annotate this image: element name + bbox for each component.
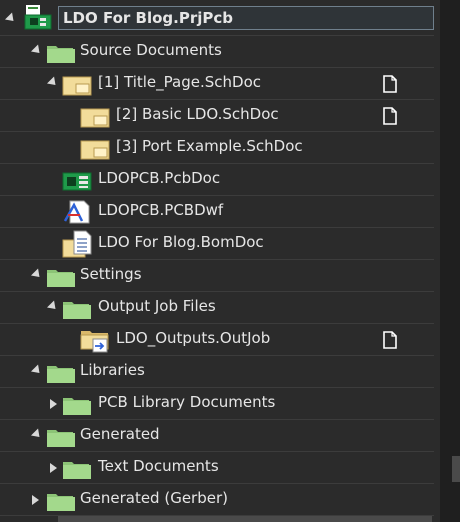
tree-row-project[interactable]: LDO For Blog.PrjPcb bbox=[0, 4, 434, 36]
tree-row-generated-gerber[interactable]: Generated (Gerber) bbox=[0, 484, 434, 516]
folder-icon bbox=[63, 462, 91, 479]
tree-item-label[interactable]: Output Job Files bbox=[98, 297, 216, 315]
tree-item-label[interactable]: LDO For Blog.BomDoc bbox=[98, 233, 264, 251]
folder-icon bbox=[47, 366, 75, 383]
tree-row-bomdoc[interactable]: LDO For Blog.BomDoc bbox=[0, 228, 434, 260]
horizontal-scrollbar[interactable] bbox=[58, 516, 432, 522]
collapse-arrow-icon[interactable] bbox=[30, 364, 44, 377]
collapse-arrow-icon[interactable] bbox=[30, 44, 44, 57]
schematic-document-icon bbox=[80, 108, 110, 128]
pcb-project-icon bbox=[24, 5, 52, 30]
tree-row-output-job-files[interactable]: Output Job Files bbox=[0, 292, 434, 324]
tree-row-title-page[interactable]: [1] Title_Page.SchDoc bbox=[0, 68, 434, 100]
folder-icon bbox=[47, 46, 75, 63]
document-page-icon bbox=[383, 107, 397, 125]
output-job-icon bbox=[80, 331, 109, 353]
tree-item-label[interactable]: [2] Basic LDO.SchDoc bbox=[116, 105, 279, 123]
collapse-arrow-icon[interactable] bbox=[4, 12, 18, 25]
tree-item-label[interactable]: Text Documents bbox=[98, 457, 219, 475]
schematic-document-icon bbox=[62, 76, 92, 96]
tree-item-label[interactable]: Generated (Gerber) bbox=[80, 489, 228, 507]
draftsman-document-icon bbox=[63, 200, 90, 224]
tree-row-outjob[interactable]: LDO_Outputs.OutJob bbox=[0, 324, 434, 356]
folder-icon bbox=[63, 302, 91, 319]
tree-item-label[interactable]: PCB Library Documents bbox=[98, 393, 275, 411]
tree-row-port-example[interactable]: [3] Port Example.SchDoc bbox=[0, 132, 434, 164]
collapse-arrow-icon[interactable] bbox=[46, 300, 60, 313]
tree-row-ldopcb-pcbdwf[interactable]: LDOPCB.PCBDwf bbox=[0, 196, 434, 228]
expand-arrow-icon[interactable] bbox=[50, 399, 57, 409]
collapse-arrow-icon[interactable] bbox=[46, 76, 60, 89]
folder-icon bbox=[47, 430, 75, 447]
collapse-arrow-icon[interactable] bbox=[30, 268, 44, 281]
scrollbar-thumb[interactable] bbox=[452, 456, 460, 482]
pcb-document-icon bbox=[62, 172, 92, 191]
tree-row-ldopcb-pcbdoc[interactable]: LDOPCB.PcbDoc bbox=[0, 164, 434, 196]
schematic-document-icon bbox=[80, 140, 110, 160]
document-page-icon bbox=[383, 75, 397, 93]
tree-item-label[interactable]: Settings bbox=[80, 265, 142, 283]
folder-icon bbox=[63, 398, 91, 415]
tree-item-label[interactable]: LDO_Outputs.OutJob bbox=[116, 329, 270, 347]
tree-row-basic-ldo[interactable]: [2] Basic LDO.SchDoc bbox=[0, 100, 434, 132]
tree-row-settings[interactable]: Settings bbox=[0, 260, 434, 292]
tree-item-label[interactable]: LDOPCB.PCBDwf bbox=[98, 201, 223, 219]
folder-icon bbox=[47, 270, 75, 287]
tree-row-source-documents[interactable]: Source Documents bbox=[0, 36, 434, 68]
tree-item-label[interactable]: [1] Title_Page.SchDoc bbox=[98, 73, 261, 91]
tree-item-label[interactable]: Source Documents bbox=[80, 41, 222, 59]
document-page-icon bbox=[383, 331, 397, 349]
expand-arrow-icon[interactable] bbox=[32, 495, 39, 505]
vertical-scrollbar-track[interactable] bbox=[440, 0, 460, 522]
tree-item-label[interactable]: Generated bbox=[80, 425, 160, 443]
bom-document-icon bbox=[62, 230, 92, 258]
tree-row-generated[interactable]: Generated bbox=[0, 420, 434, 452]
collapse-arrow-icon[interactable] bbox=[30, 428, 44, 441]
tree-row-libraries[interactable]: Libraries bbox=[0, 356, 434, 388]
tree-item-label[interactable]: Libraries bbox=[80, 361, 145, 379]
tree-row-text-documents[interactable]: Text Documents bbox=[0, 452, 434, 484]
folder-icon bbox=[47, 494, 75, 511]
project-label[interactable]: LDO For Blog.PrjPcb bbox=[58, 6, 434, 30]
tree-item-label[interactable]: [3] Port Example.SchDoc bbox=[116, 137, 303, 155]
expand-arrow-icon[interactable] bbox=[50, 463, 57, 473]
projects-panel: LDO For Blog.PrjPcb Source Documents [1]… bbox=[0, 0, 440, 522]
tree-row-pcb-library-documents[interactable]: PCB Library Documents bbox=[0, 388, 434, 420]
tree-item-label[interactable]: LDOPCB.PcbDoc bbox=[98, 169, 220, 187]
